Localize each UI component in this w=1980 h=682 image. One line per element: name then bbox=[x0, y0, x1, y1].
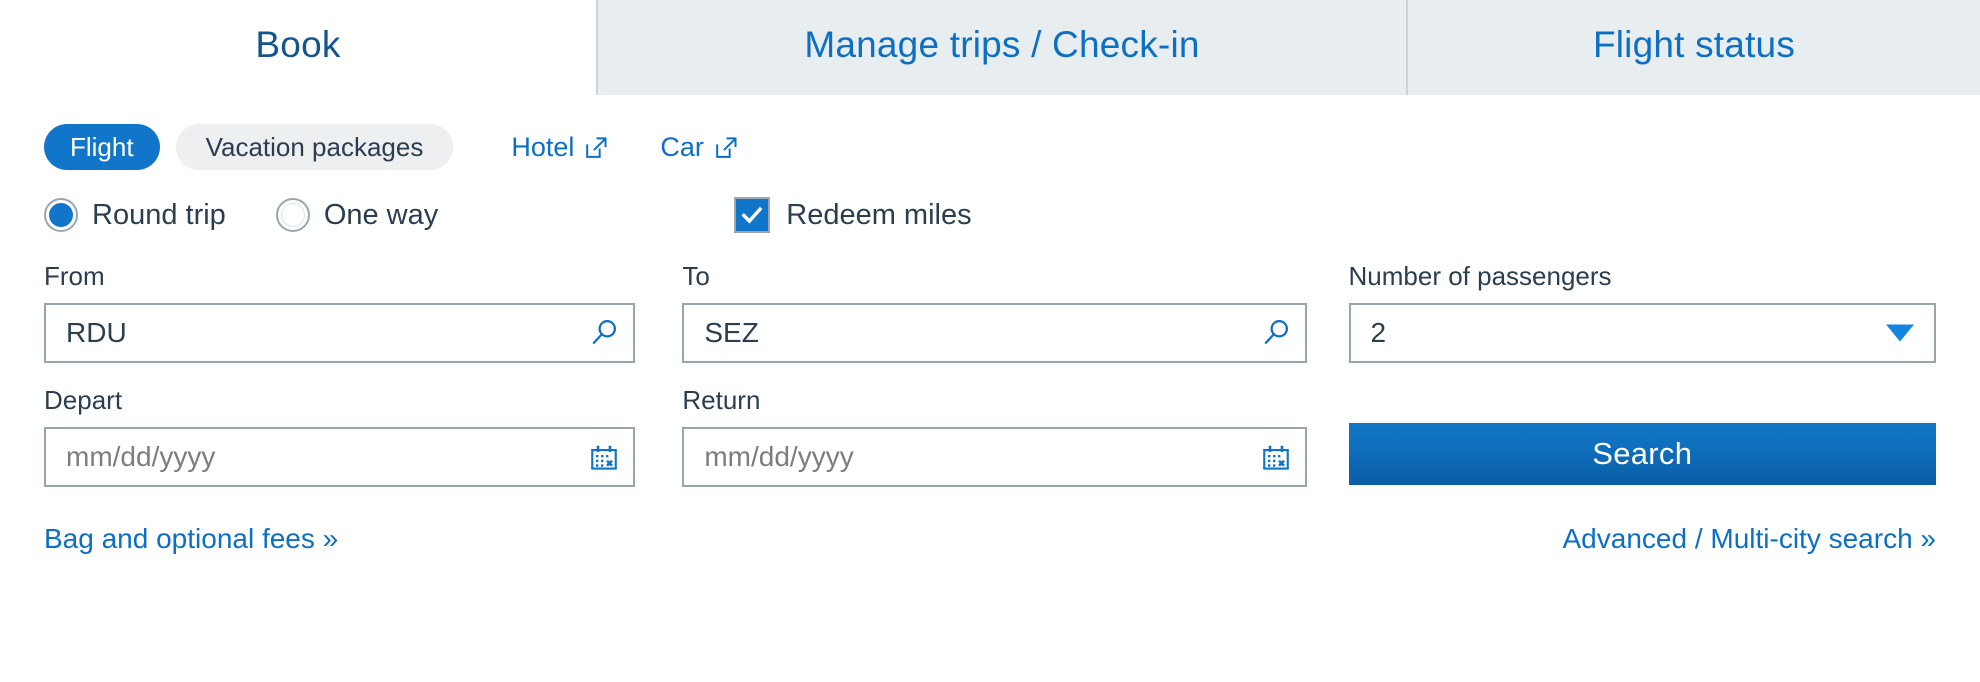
field-group-passengers: Number of passengers 2 bbox=[1348, 261, 1937, 363]
field-group-depart: Depart bbox=[44, 385, 636, 487]
field-label-depart: Depart bbox=[44, 385, 123, 415]
product-pill-vacation-packages[interactable]: Vacation packages bbox=[175, 124, 454, 170]
product-selector-row: Flight Vacation packages Hotel Car bbox=[44, 95, 1936, 171]
radio-one-way-label: One way bbox=[323, 198, 439, 231]
calendar-icon[interactable] bbox=[1261, 442, 1291, 472]
calendar-icon[interactable] bbox=[589, 442, 619, 472]
field-label-number-of-passengers: Number of passengers bbox=[1348, 261, 1612, 291]
radio-round-trip-indicator bbox=[44, 198, 78, 232]
car-link-label: Car bbox=[660, 131, 704, 162]
to-input-wrapper bbox=[682, 303, 1307, 363]
tab-manage-trips-checkin-label: Manage trips / Check-in bbox=[804, 23, 1200, 65]
radio-one-way[interactable]: One way bbox=[275, 198, 439, 232]
booking-panel: Flight Vacation packages Hotel Car Round… bbox=[0, 95, 1980, 682]
field-label-from: From bbox=[44, 261, 105, 291]
passengers-select[interactable]: 2 bbox=[1348, 303, 1937, 363]
field-row-origin-destination: From To bbox=[44, 261, 1937, 363]
tab-manage-trips-checkin[interactable]: Manage trips / Check-in bbox=[598, 0, 1408, 95]
primary-tab-bar: Book Manage trips / Check-in Flight stat… bbox=[0, 0, 1980, 95]
passengers-select-value: 2 bbox=[1370, 317, 1387, 348]
field-group-from: From bbox=[44, 261, 636, 363]
depart-date-input[interactable] bbox=[44, 427, 636, 487]
footer-links: Bag and optional fees » Advanced / Multi… bbox=[44, 523, 1936, 555]
tab-book-label: Book bbox=[255, 23, 341, 65]
tab-flight-status-label: Flight status bbox=[1592, 23, 1796, 65]
external-link-icon bbox=[713, 135, 738, 160]
product-pill-flight[interactable]: Flight bbox=[44, 124, 160, 170]
search-icon[interactable] bbox=[589, 318, 619, 348]
trip-options-row: Round trip One way Redeem miles bbox=[44, 179, 1936, 251]
checkbox-redeem-miles-label: Redeem miles bbox=[786, 198, 972, 231]
radio-one-way-indicator bbox=[275, 198, 310, 232]
return-input-wrapper bbox=[682, 427, 1307, 487]
tab-flight-status[interactable]: Flight status bbox=[1408, 0, 1980, 95]
return-date-input[interactable] bbox=[682, 427, 1307, 487]
advanced-multi-city-search-link[interactable]: Advanced / Multi-city search » bbox=[1563, 523, 1937, 555]
field-group-search: Search bbox=[1348, 385, 1937, 487]
tab-book[interactable]: Book bbox=[0, 0, 598, 95]
field-group-to: To bbox=[682, 261, 1307, 363]
from-input[interactable] bbox=[44, 303, 636, 363]
checkbox-redeem-miles[interactable]: Redeem miles bbox=[734, 197, 972, 233]
external-link-icon bbox=[583, 135, 608, 160]
field-row-dates: Depart mm/dd/yyyy Return mm/dd/yyyy Sear… bbox=[44, 385, 1937, 487]
field-label-to: To bbox=[682, 261, 710, 291]
from-input-wrapper bbox=[44, 303, 636, 363]
hotel-link[interactable]: Hotel bbox=[511, 132, 608, 163]
search-button[interactable]: Search bbox=[1348, 423, 1937, 485]
field-group-return: Return bbox=[682, 385, 1307, 487]
to-input[interactable] bbox=[682, 303, 1307, 363]
checkbox-redeem-miles-indicator bbox=[734, 197, 771, 233]
field-label-return: Return bbox=[682, 385, 761, 415]
product-pill-flight-label: Flight bbox=[70, 131, 134, 162]
bag-and-optional-fees-link[interactable]: Bag and optional fees » bbox=[44, 523, 338, 555]
product-pill-vacation-packages-label: Vacation packages bbox=[205, 131, 424, 162]
hotel-link-label: Hotel bbox=[511, 131, 575, 162]
search-icon[interactable] bbox=[1261, 318, 1291, 348]
radio-round-trip[interactable]: Round trip bbox=[44, 198, 226, 232]
radio-round-trip-label: Round trip bbox=[92, 198, 226, 231]
depart-input-wrapper bbox=[44, 427, 636, 487]
passengers-select-wrapper: 2 bbox=[1348, 303, 1937, 363]
car-link[interactable]: Car bbox=[660, 132, 738, 163]
